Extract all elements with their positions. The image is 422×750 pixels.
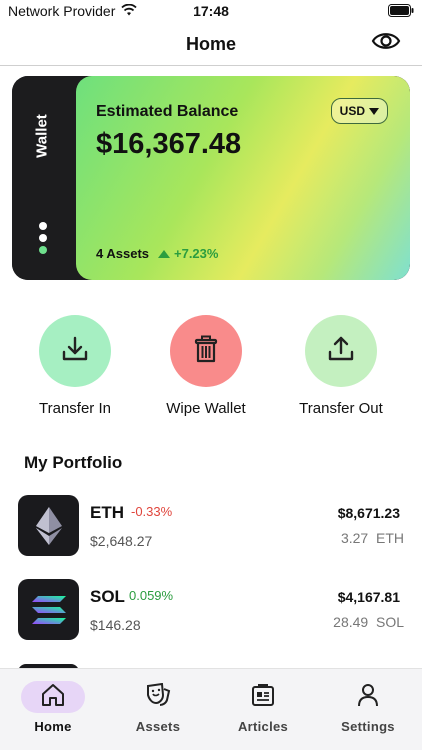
home-icon [40, 683, 66, 712]
tab-settings[interactable]: Settings [323, 681, 413, 734]
transfer-out-label: Transfer Out [299, 400, 383, 417]
wallet-card[interactable]: Wallet Estimated Balance $16,367.48 USD … [12, 76, 410, 280]
nav-bar: Home [0, 22, 422, 66]
status-time: 17:48 [193, 3, 229, 19]
transfer-in-circle[interactable] [39, 315, 111, 387]
balance-change-value: +7.23% [174, 246, 219, 261]
status-bar: Network Provider 17:48 [0, 0, 422, 22]
page-dot-active [39, 246, 47, 254]
trash-icon [191, 334, 221, 369]
page-dot [39, 234, 47, 242]
wallet-side-tab[interactable]: Wallet [12, 76, 72, 280]
triangle-up-icon [158, 249, 170, 258]
download-icon [60, 334, 90, 369]
transfer-in-button[interactable]: Transfer In [15, 315, 135, 417]
wallet-side-label: Wallet [33, 114, 51, 158]
battery-icon [388, 4, 414, 20]
tab-settings-label: Settings [341, 719, 395, 734]
asset-symbol: ETH [90, 503, 124, 522]
tab-assets-indicator [126, 681, 190, 713]
eye-icon [371, 31, 401, 56]
tab-articles-label: Articles [237, 719, 289, 734]
asset-row-sol[interactable]: SOL 0.059% $146.28 $4,167.81 28.49 SOL [18, 579, 406, 641]
assets-count: 4 Assets [96, 246, 149, 261]
tab-articles-indicator [231, 681, 295, 713]
person-icon [356, 683, 380, 712]
tab-home-indicator [21, 681, 85, 713]
tab-articles[interactable]: Articles [218, 681, 308, 734]
tab-assets[interactable]: Assets [113, 681, 203, 734]
asset-row-eth[interactable]: ETH -0.33% $2,648.27 $8,671.23 3.27 ETH [18, 495, 406, 557]
page-title: Home [185, 34, 236, 54]
caret-down-icon [369, 107, 379, 115]
asset-price: $2,648.27 [90, 533, 153, 549]
asset-holding: 28.49 SOL [333, 614, 404, 630]
toggle-visibility-button[interactable] [370, 30, 402, 56]
asset-holding: 3.27 ETH [340, 530, 404, 546]
wipe-wallet-label: Wipe Wallet [166, 400, 246, 417]
balance-change: +7.23% [158, 246, 218, 261]
page-dot [39, 222, 47, 230]
tab-home[interactable]: Home [8, 681, 98, 734]
transfer-out-circle[interactable] [305, 315, 377, 387]
asset-price: $146.28 [90, 617, 141, 633]
transfer-in-label: Transfer In [39, 400, 111, 417]
wipe-wallet-circle[interactable] [170, 315, 242, 387]
newspaper-icon [250, 683, 276, 712]
asset-change: -0.33% [131, 504, 173, 519]
tab-bar: Home Assets Articles Settings [0, 668, 422, 750]
tab-assets-label: Assets [135, 719, 181, 734]
asset-symbol: SOL [90, 587, 125, 606]
balance-value: $16,367.48 [96, 128, 242, 160]
asset-change: 0.059% [129, 588, 174, 603]
balance-panel: Estimated Balance $16,367.48 USD 4 Asset… [76, 76, 410, 280]
transfer-out-button[interactable]: Transfer Out [281, 315, 401, 417]
wipe-wallet-button[interactable]: Wipe Wallet [146, 315, 266, 417]
asset-value: $8,671.23 [337, 505, 400, 521]
wallet-page-indicator[interactable] [38, 222, 48, 254]
upload-icon [326, 334, 356, 369]
solana-icon [18, 579, 79, 640]
theater-masks-icon [145, 682, 171, 712]
balance-label: Estimated Balance [96, 103, 239, 120]
portfolio-title: My Portfolio [24, 453, 123, 472]
tab-home-label: Home [34, 719, 72, 734]
currency-selector[interactable]: USD [330, 98, 388, 124]
currency-label: USD [339, 104, 365, 118]
tab-settings-indicator [336, 681, 400, 713]
ethereum-icon [18, 495, 79, 556]
asset-value: $4,167.81 [337, 589, 400, 605]
